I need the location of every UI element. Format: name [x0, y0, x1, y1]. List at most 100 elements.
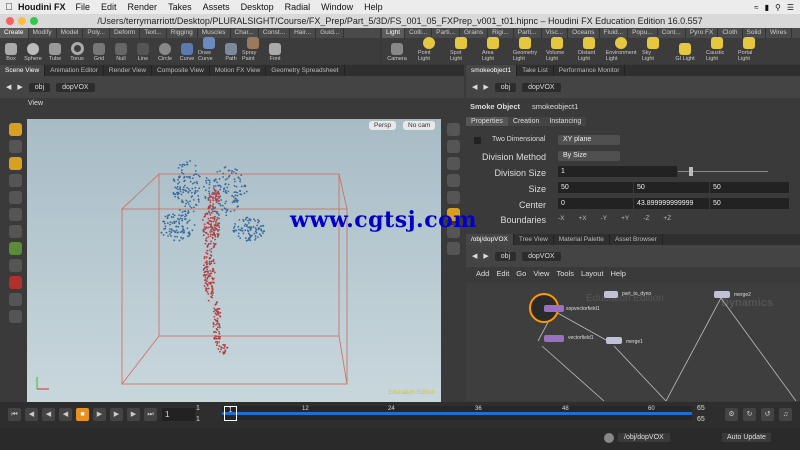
rotate-tool-icon[interactable]: [8, 225, 22, 238]
tool-spray-paint[interactable]: Spray Paint: [242, 37, 264, 62]
realtime-icon[interactable]: ↻: [743, 408, 756, 421]
menu-file[interactable]: File: [76, 2, 91, 12]
menu-edit[interactable]: Edit: [101, 2, 117, 12]
search-icon[interactable]: ⚲: [775, 3, 781, 12]
net-menu-add[interactable]: Add: [476, 267, 489, 281]
back-arrow-icon[interactable]: ◀: [472, 83, 477, 91]
global-animation-icon[interactable]: ↺: [761, 408, 774, 421]
two-dimensional-checkbox[interactable]: [474, 137, 481, 144]
menu-desktop[interactable]: Desktop: [241, 2, 274, 12]
network-path-dopvox[interactable]: dopVOX: [522, 251, 561, 261]
tool-portal-light[interactable]: Portal Light: [738, 37, 760, 62]
menu-help[interactable]: Help: [364, 2, 383, 12]
apple-icon[interactable]: : [0, 2, 18, 13]
path-obj[interactable]: obj: [494, 82, 517, 92]
tab-geometry-spreadsheet[interactable]: Geometry Spreadsheet: [266, 65, 345, 76]
play-reverse-icon[interactable]: ◀: [59, 408, 72, 421]
start-frame-label-2[interactable]: 1: [196, 416, 200, 423]
tab-performance-monitor[interactable]: Performance Monitor: [554, 65, 626, 76]
audio-icon[interactable]: ♫: [779, 408, 792, 421]
size-x-field[interactable]: 50: [558, 182, 633, 193]
tab-motion-fx-view[interactable]: Motion FX View: [210, 65, 267, 76]
timeline-track[interactable]: 1 12 24 36 48 60: [222, 406, 692, 421]
translate-tool-icon[interactable]: [8, 208, 22, 221]
tool-point-light[interactable]: Point Light: [418, 37, 440, 62]
shelf-tab-modify[interactable]: Modify: [29, 28, 57, 38]
menu-render[interactable]: Render: [128, 2, 158, 12]
wifi-icon[interactable]: ≈: [754, 3, 758, 12]
display-options-icon[interactable]: [446, 123, 460, 136]
auto-update-dropdown[interactable]: Auto Update: [722, 433, 771, 442]
network-path-obj[interactable]: obj: [494, 251, 517, 261]
tool-camera[interactable]: Camera: [386, 43, 408, 62]
tool-grid[interactable]: Grid: [88, 43, 110, 62]
tab-render-view[interactable]: Render View: [104, 65, 153, 76]
next-key-icon[interactable]: ▶: [127, 408, 140, 421]
pose-tool-icon[interactable]: [8, 174, 22, 187]
center-z-field[interactable]: 50: [710, 198, 789, 209]
magnet-tool-icon[interactable]: [8, 276, 22, 289]
tab-creation[interactable]: Creation: [507, 117, 545, 126]
render-region-icon[interactable]: [8, 293, 22, 306]
snap-tool-icon[interactable]: [8, 259, 22, 272]
node-merge1[interactable]: [606, 337, 622, 344]
tab-instancing[interactable]: Instancing: [544, 117, 587, 126]
node-merge2[interactable]: [714, 291, 730, 298]
network-editor[interactable]: Education Edition Dynamics sopvectorfiel…: [466, 283, 800, 401]
boundary-pos-z[interactable]: +Z: [663, 215, 671, 222]
move-tool-icon[interactable]: [8, 140, 22, 153]
tool-area-light[interactable]: Area Light: [482, 37, 504, 62]
handle-tool-icon[interactable]: [8, 157, 22, 170]
node-part-to-dyno[interactable]: [604, 291, 618, 298]
forward-arrow-icon[interactable]: ▶: [17, 83, 22, 91]
boundary-neg-x[interactable]: -X: [558, 215, 565, 222]
division-size-slider-handle[interactable]: [689, 167, 693, 176]
boundary-pos-x[interactable]: +X: [579, 215, 587, 222]
net-menu-go[interactable]: Go: [516, 267, 526, 281]
node-sopvectorfield1[interactable]: [544, 305, 564, 312]
flipbook-icon[interactable]: [8, 310, 22, 323]
step-back-icon[interactable]: ◀: [42, 408, 55, 421]
tool-torus[interactable]: Torus: [66, 42, 88, 62]
forward-arrow-icon[interactable]: ▶: [483, 83, 488, 91]
tool-draw-curve[interactable]: Draw Curve: [198, 37, 220, 62]
tool-line[interactable]: Line: [132, 43, 154, 62]
select-tool-icon[interactable]: [8, 123, 22, 136]
tab-material-palette[interactable]: Material Palette: [554, 234, 610, 245]
end-frame-label-2[interactable]: 65: [697, 416, 705, 423]
status-path[interactable]: /obj/dopVOX: [618, 433, 670, 442]
shelf-tab-guid[interactable]: Guid...: [316, 28, 345, 38]
chat-icon[interactable]: [604, 433, 614, 443]
path-dopvox[interactable]: dopVOX: [522, 82, 561, 92]
shelf-tab-model[interactable]: Model: [57, 28, 84, 38]
step-forward-icon[interactable]: ▶: [110, 408, 123, 421]
tool-box[interactable]: Box: [0, 43, 22, 62]
center-x-field[interactable]: 0: [558, 198, 633, 209]
back-arrow-icon[interactable]: ◀: [6, 83, 11, 91]
net-menu-layout[interactable]: Layout: [581, 267, 604, 281]
tab-scene-view[interactable]: Scene View: [0, 65, 46, 76]
tab-smokeobject1[interactable]: smokeobject1: [466, 65, 518, 76]
tool-environment-light[interactable]: Environment Light: [606, 37, 636, 62]
jump-end-icon[interactable]: ⏭: [144, 408, 157, 421]
tab-take-list[interactable]: Take List: [517, 65, 554, 76]
battery-icon[interactable]: ▮: [765, 3, 769, 12]
size-z-field[interactable]: 50: [710, 182, 789, 193]
tool-geometry-light[interactable]: Geometry Light: [513, 37, 537, 62]
play-icon[interactable]: ▶: [93, 408, 106, 421]
shelf-tab-light[interactable]: Light: [382, 28, 406, 38]
net-menu-help[interactable]: Help: [610, 267, 625, 281]
shelf-tab-rigging[interactable]: Rigging: [167, 28, 198, 38]
tool-curve[interactable]: Curve: [176, 43, 198, 62]
end-frame-label[interactable]: 65: [697, 405, 705, 412]
menu-assets[interactable]: Assets: [203, 2, 230, 12]
lighting-icon[interactable]: [446, 140, 460, 153]
boundary-neg-y[interactable]: -Y: [601, 215, 608, 222]
jump-start-icon[interactable]: ⏮: [8, 408, 21, 421]
tab-network-dopvox[interactable]: /obj/dopVOX: [466, 234, 514, 245]
wireframe-icon[interactable]: [446, 174, 460, 187]
ghost-icon[interactable]: [446, 191, 460, 204]
prev-key-icon[interactable]: ◀: [25, 408, 38, 421]
app-name[interactable]: Houdini FX: [18, 2, 66, 12]
boundary-pos-y[interactable]: +Y: [621, 215, 629, 222]
